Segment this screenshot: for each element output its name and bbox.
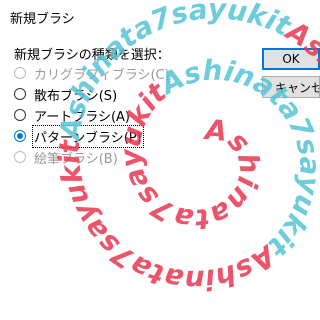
radio-label[interactable]: アートブラシ(A) bbox=[34, 106, 130, 125]
radio-button[interactable] bbox=[14, 109, 26, 121]
new-brush-dialog: 新規ブラシ 新規ブラシの種類を選択： カリグラフィブラシ(C) 散布ブラシ(S)… bbox=[0, 0, 320, 320]
radio-option-art[interactable]: アートブラシ(A) bbox=[14, 105, 130, 125]
radio-option-scatter[interactable]: 散布ブラシ(S) bbox=[14, 84, 117, 104]
radio-option-calligraphic: カリグラフィブラシ(C) bbox=[14, 63, 170, 83]
brush-type-prompt: 新規ブラシの種類を選択： bbox=[14, 48, 170, 63]
radio-button bbox=[14, 151, 26, 163]
radio-label: カリグラフィブラシ(C) bbox=[34, 67, 170, 83]
radio-label[interactable]: パターンブラシ(P) bbox=[32, 124, 144, 148]
radio-option-pattern[interactable]: パターンブラシ(P) bbox=[14, 124, 144, 148]
radio-button bbox=[14, 67, 26, 79]
radio-label[interactable]: 散布ブラシ(S) bbox=[34, 85, 117, 104]
radio-button-selected[interactable] bbox=[14, 130, 26, 142]
title-bar[interactable]: 新規ブラシ bbox=[0, 0, 320, 32]
radio-button[interactable] bbox=[14, 88, 26, 100]
cancel-button[interactable]: キャンセル bbox=[262, 76, 320, 98]
ok-button[interactable]: OK bbox=[262, 48, 320, 70]
radio-option-bristle: 絵筆ブラシ(B) bbox=[14, 147, 118, 167]
radio-label: 絵筆ブラシ(B) bbox=[34, 151, 118, 167]
window-title: 新規ブラシ bbox=[10, 12, 75, 27]
